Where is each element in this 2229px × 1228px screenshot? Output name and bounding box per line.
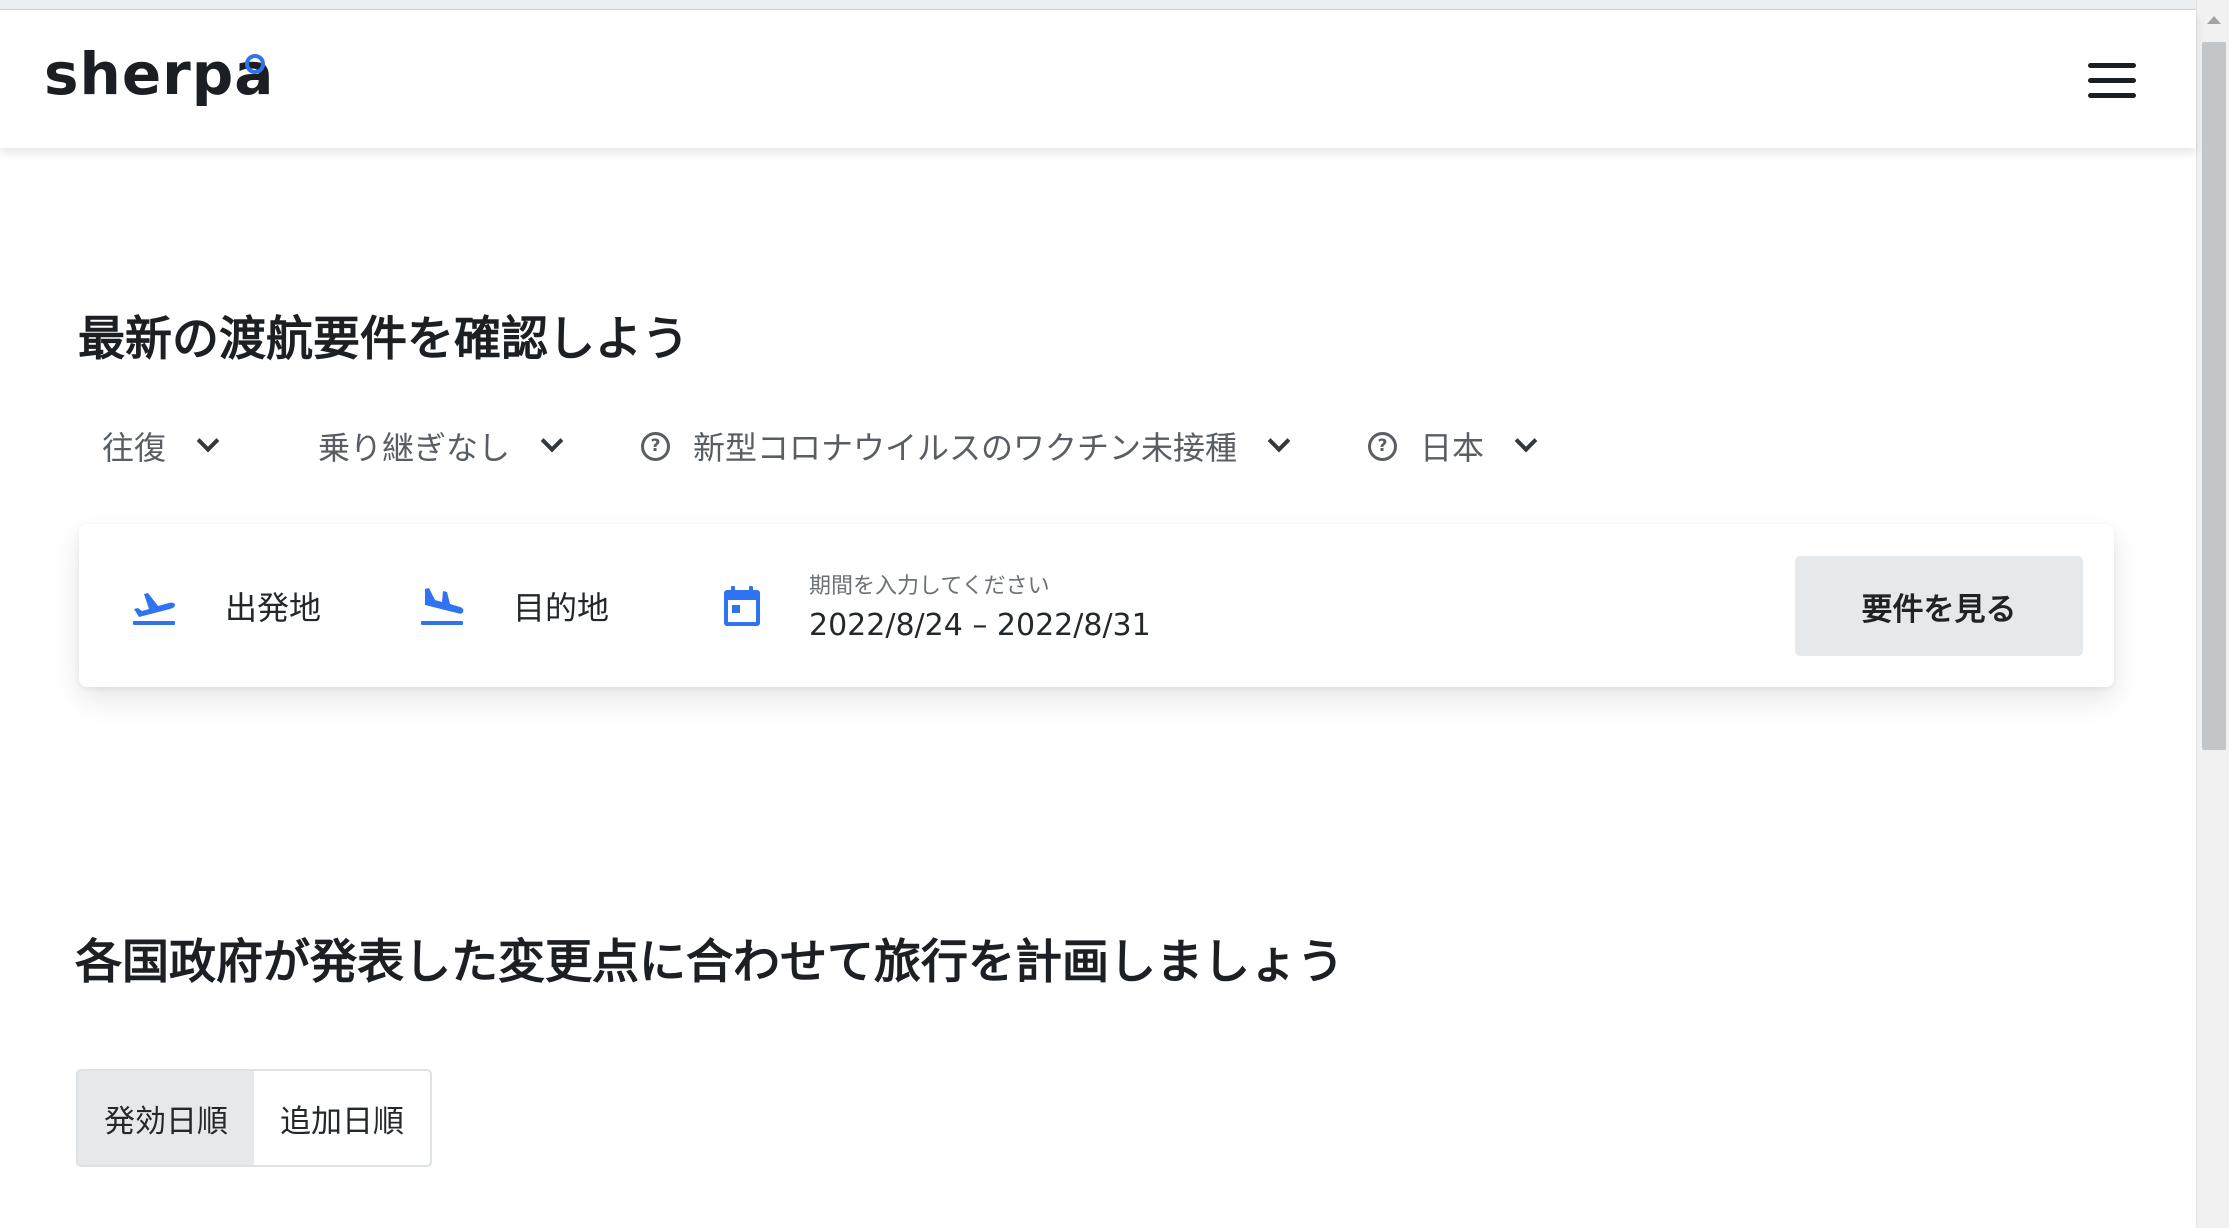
nationality-dropdown[interactable]: ? 日本 xyxy=(1368,418,1538,474)
origin-label: 出発地 xyxy=(225,588,322,627)
airplane-landing-icon xyxy=(419,586,465,626)
site-header: sherpa xyxy=(0,10,2196,148)
date-range-text: 期間を入力してください 2022/8/24 – 2022/8/31 xyxy=(809,568,1151,643)
search-section-title: 最新の渡航要件を確認しよう xyxy=(78,312,689,367)
help-icon[interactable]: ? xyxy=(1368,431,1397,461)
scrollbar-thumb[interactable] xyxy=(2202,42,2226,750)
destination-field[interactable]: 目的地 xyxy=(419,524,609,687)
page: sherpa 最新の渡航要件を確認しよう 往復 乗り継ぎなし ? 新型コロナウイ… xyxy=(0,0,2229,1228)
chevron-down-icon xyxy=(1514,429,1538,453)
date-range-value: 2022/8/24 – 2022/8/31 xyxy=(809,608,1151,643)
connections-dropdown[interactable]: 乗り継ぎなし xyxy=(318,418,564,474)
nationality-label: 日本 xyxy=(1420,429,1485,467)
date-range-caption: 期間を入力してください xyxy=(809,574,1050,599)
airplane-takeoff-icon xyxy=(131,586,177,626)
sort-toggle: 発効日順 追加日順 xyxy=(76,1069,432,1167)
chevron-down-icon xyxy=(196,429,220,453)
trip-search-card: 出発地 目的地 期間を入力してください 2022/8/24 – 2022/8/3… xyxy=(79,524,2114,687)
hamburger-menu-icon[interactable] xyxy=(2086,62,2142,102)
vaccination-status-label: 新型コロナウイルスのワクチン未接種 xyxy=(693,429,1238,467)
changes-section-title: 各国政府が発表した変更点に合わせて旅行を計画しましょう xyxy=(75,935,1344,990)
vertical-scrollbar[interactable] xyxy=(2196,0,2229,1228)
chevron-down-icon xyxy=(1267,429,1291,453)
calendar-icon xyxy=(723,585,761,627)
trip-type-label: 往復 xyxy=(102,429,167,467)
trip-type-dropdown[interactable]: 往復 xyxy=(102,418,220,474)
scroll-up-arrow-icon[interactable] xyxy=(2207,16,2221,24)
logo-dot-icon xyxy=(245,54,265,74)
sort-by-added-date-button[interactable]: 追加日順 xyxy=(254,1071,430,1165)
sort-by-effective-date-button[interactable]: 発効日順 xyxy=(78,1071,254,1165)
chevron-down-icon xyxy=(540,429,564,453)
destination-label: 目的地 xyxy=(513,588,610,627)
view-requirements-button[interactable]: 要件を見る xyxy=(1795,556,2083,656)
connections-label: 乗り継ぎなし xyxy=(318,429,511,467)
origin-field[interactable]: 出発地 xyxy=(131,524,321,687)
vaccination-status-dropdown[interactable]: ? 新型コロナウイルスのワクチン未接種 xyxy=(641,418,1291,474)
date-range-field[interactable]: 期間を入力してください 2022/8/24 – 2022/8/31 xyxy=(723,524,1151,687)
sherpa-logo[interactable]: sherpa xyxy=(44,40,274,108)
help-icon[interactable]: ? xyxy=(641,431,670,461)
